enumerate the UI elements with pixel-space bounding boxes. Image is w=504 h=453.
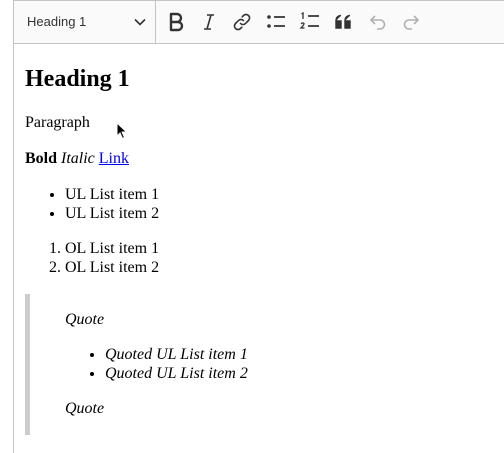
content-link[interactable]: Link [99, 150, 129, 167]
italic-button[interactable] [197, 10, 221, 34]
list-item: OL List item 2 [65, 258, 159, 277]
italic-icon [204, 14, 214, 30]
numbered-list-icon [299, 11, 319, 29]
redo-button[interactable] [399, 10, 423, 34]
redo-icon [403, 15, 420, 30]
quote-paragraph: Quote [65, 400, 105, 417]
list-item: Quoted UL List item 2 [105, 364, 248, 383]
list-item: OL List item 1 [65, 239, 159, 258]
formatted-paragraph: Bold Italic Link [25, 150, 129, 168]
bulleted-list-button[interactable] [264, 10, 288, 34]
bold-icon [169, 12, 184, 32]
undo-button[interactable] [366, 10, 390, 34]
numbered-list: OL List item 1 OL List item 2 [65, 239, 159, 277]
bold-text: Bold [25, 150, 58, 167]
mouse-cursor-icon [116, 122, 128, 140]
numbered-list-button[interactable] [298, 10, 322, 34]
rich-text-editor: Heading 1 Heading 1 Paragraph Bold Itali… [13, 0, 504, 453]
quote-paragraph: Quote [65, 311, 105, 328]
bold-button[interactable] [164, 10, 188, 34]
heading-dropdown[interactable]: Heading 1 [14, 1, 156, 43]
list-item: UL List item 1 [65, 185, 159, 204]
chevron-down-icon [134, 18, 146, 26]
italic-text: Italic [61, 150, 95, 167]
list-item: UL List item 2 [65, 204, 159, 223]
block-quote-button[interactable] [332, 10, 356, 34]
content-paragraph: Paragraph [25, 114, 90, 131]
editor-content[interactable]: Heading 1 Paragraph Bold Italic Link UL … [14, 44, 504, 453]
bulleted-list-icon [267, 15, 285, 28]
list-item: Quoted UL List item 1 [105, 345, 248, 364]
link-icon [233, 13, 251, 31]
block-quote: Quote Quoted UL List item 1 Quoted UL Li… [25, 294, 504, 435]
link-button[interactable] [230, 10, 254, 34]
editor-toolbar: Heading 1 [14, 0, 504, 44]
content-heading: Heading 1 [25, 66, 130, 92]
undo-icon [369, 15, 386, 30]
quoted-bulleted-list: Quoted UL List item 1 Quoted UL List ite… [105, 345, 248, 383]
bulleted-list: UL List item 1 UL List item 2 [65, 185, 159, 223]
heading-dropdown-label: Heading 1 [27, 14, 87, 29]
quote-icon [335, 14, 351, 29]
